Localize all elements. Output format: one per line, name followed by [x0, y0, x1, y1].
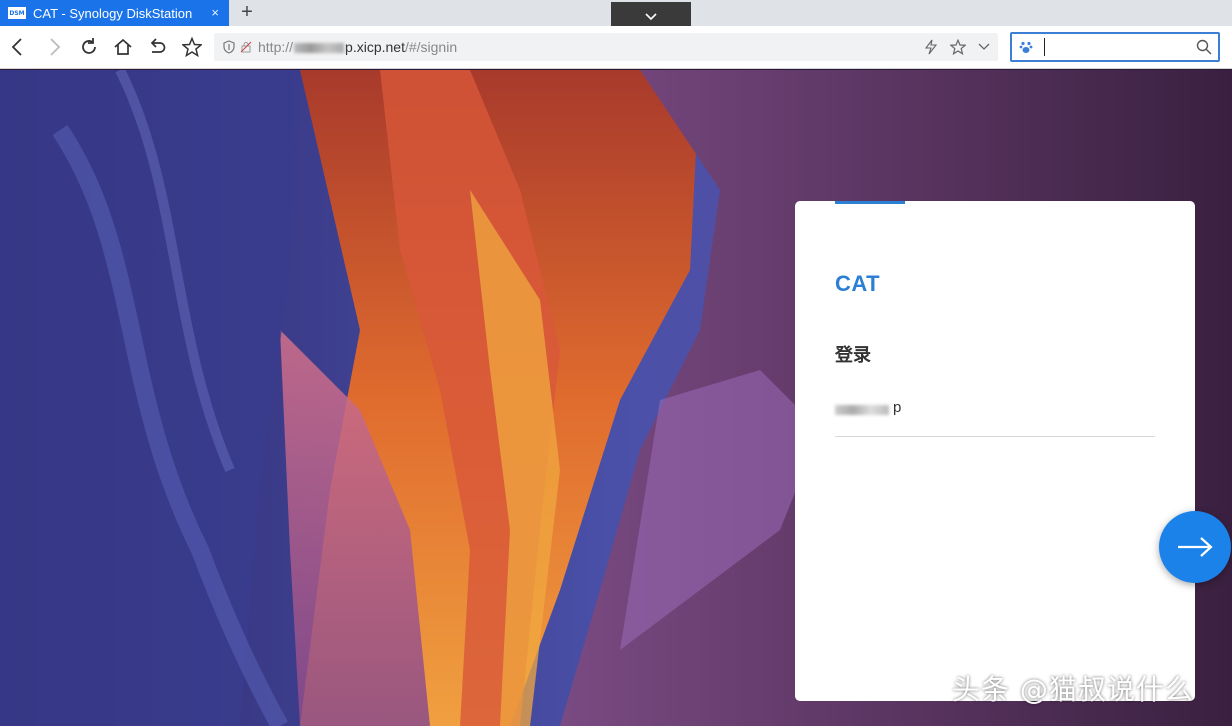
username-field[interactable]: p — [835, 399, 1155, 437]
dsm-favicon-icon: DSM — [8, 7, 26, 19]
reload-icon — [82, 38, 96, 54]
login-heading: 登录 — [835, 345, 871, 366]
chevron-down-icon[interactable] — [978, 43, 990, 51]
text-caret — [1044, 38, 1045, 56]
baidu-paw-icon[interactable] — [1019, 40, 1033, 54]
browser-toolbar: http:// p.xicp.net/#/signin — [0, 26, 1232, 69]
url-redacted — [294, 43, 345, 54]
star-icon[interactable] — [950, 39, 966, 55]
browser-tab-active[interactable]: DSM CAT - Synology DiskStation × — [0, 0, 229, 26]
address-bar[interactable]: http:// p.xicp.net/#/signin — [214, 33, 998, 61]
insecure-lock-icon[interactable] — [240, 41, 252, 53]
reload-button[interactable] — [77, 35, 101, 59]
username-value: p — [893, 399, 902, 416]
search-icon[interactable] — [1196, 39, 1212, 55]
arrow-left-icon — [11, 38, 22, 56]
url-scheme: http:// — [258, 39, 294, 55]
tab-close-icon[interactable]: × — [211, 5, 219, 20]
search-input[interactable] — [1010, 32, 1220, 62]
next-button[interactable] — [1159, 511, 1231, 583]
tab-title: CAT - Synology DiskStation — [33, 5, 193, 21]
new-tab-button[interactable]: + — [236, 1, 258, 23]
star-icon — [182, 37, 202, 57]
forward-button[interactable] — [42, 35, 66, 59]
undo-icon — [150, 38, 166, 53]
home-icon — [114, 38, 132, 55]
address-url: http:// p.xicp.net/#/signin — [258, 39, 457, 55]
home-button[interactable] — [111, 35, 135, 59]
shield-icon[interactable] — [222, 40, 236, 54]
url-path: /#/signin — [404, 39, 458, 55]
url-host: p.xicp.net — [345, 39, 405, 55]
back-button[interactable] — [6, 35, 30, 59]
login-card: CAT 登录 p — [795, 201, 1195, 701]
watermark: 头条 @猫叔说什么 — [952, 673, 1194, 706]
arrow-right-icon — [50, 38, 61, 56]
arrow-right-icon — [1178, 537, 1213, 557]
undo-close-tab-button[interactable] — [145, 35, 169, 59]
username-redacted — [835, 405, 889, 415]
card-accent-bar — [835, 201, 905, 204]
tab-strip: DSM CAT - Synology DiskStation × + — [0, 0, 1232, 32]
chevron-down-icon — [645, 13, 657, 21]
address-bar-actions — [924, 39, 990, 55]
server-name-title: CAT — [835, 271, 881, 296]
bookmark-button[interactable] — [180, 35, 204, 59]
lightning-icon[interactable] — [924, 39, 938, 55]
